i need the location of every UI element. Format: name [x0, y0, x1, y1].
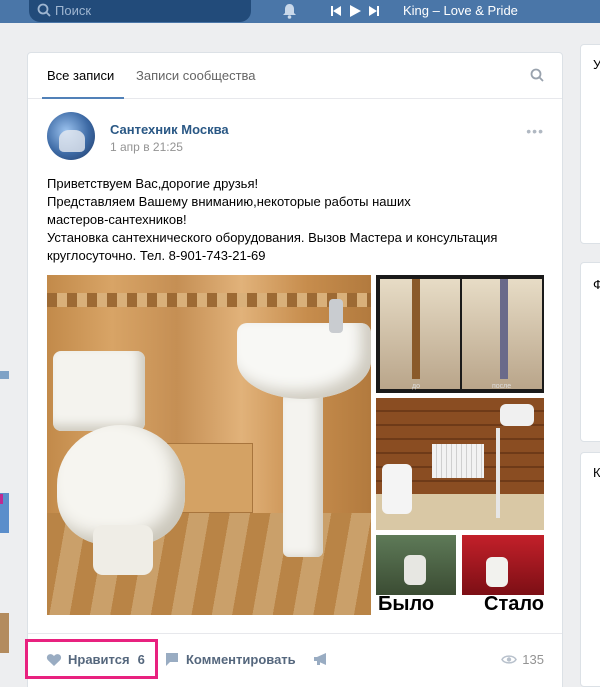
post-author-name[interactable]: Сантехник Москва	[110, 122, 229, 137]
play-icon[interactable]	[348, 4, 362, 18]
right-card-title: К	[593, 465, 600, 480]
comment-button[interactable]: Комментировать	[164, 652, 296, 667]
megaphone-icon	[314, 653, 326, 665]
post-photo-before-after-pipes[interactable]: до после	[376, 275, 544, 393]
heart-icon	[46, 653, 62, 666]
audio-player-controls	[330, 2, 386, 20]
post-photo-before-after-bath[interactable]: Было Стало	[376, 535, 544, 615]
right-sidebar-card: У	[580, 44, 600, 244]
sidebar-thumbnail[interactable]	[0, 613, 9, 653]
before-label: до	[412, 383, 420, 390]
post-date[interactable]: 1 апр в 21:25	[110, 140, 183, 154]
tab-all-posts[interactable]: Все записи	[47, 68, 114, 83]
wall-tabs: Все записи Записи сообщества	[28, 53, 562, 99]
tab-community-posts[interactable]: Записи сообщества	[136, 68, 256, 83]
like-button[interactable]: Нравится 6	[46, 652, 145, 667]
sidebar-thumbnail[interactable]	[0, 371, 9, 379]
share-button[interactable]	[313, 652, 335, 666]
like-label: Нравится	[68, 652, 130, 667]
comment-icon	[166, 653, 178, 666]
before-caption: Было	[378, 593, 435, 615]
more-options-icon[interactable]: •••	[526, 123, 544, 139]
post-text: Приветствуем Вас,дорогие друзья! Предста…	[47, 175, 547, 265]
wall-search-icon[interactable]	[530, 68, 544, 87]
search-input[interactable]: Поиск	[55, 3, 91, 18]
views-count: 135	[522, 652, 544, 667]
author-avatar[interactable]	[47, 112, 95, 160]
right-card-title: Ф	[593, 277, 600, 292]
right-card-title: У	[593, 57, 600, 72]
right-sidebar-card: Ф	[580, 262, 600, 442]
like-count: 6	[137, 652, 145, 667]
notifications-bell-icon[interactable]	[282, 3, 297, 24]
post-text-line: мастеров-сантехников!	[47, 212, 187, 227]
post-photo-bathroom[interactable]	[47, 275, 371, 615]
after-caption: Стало	[484, 593, 544, 615]
post-actions-bar: Нравится 6 Комментировать 135	[25, 633, 562, 683]
now-playing-track[interactable]: King – Love & Pride	[403, 3, 518, 18]
search-box[interactable]: Поиск	[29, 0, 251, 22]
comment-label: Комментировать	[186, 652, 296, 667]
left-sidebar-edge	[0, 23, 9, 687]
post-text-line: Представляем Вашему вниманию,некоторые р…	[47, 194, 411, 209]
previous-track-icon[interactable]	[330, 5, 342, 17]
active-tab-indicator	[42, 97, 124, 99]
top-bar: Поиск King – Love & Pride	[0, 0, 600, 23]
search-icon	[37, 3, 51, 22]
post-text-line: Приветствуем Вас,дорогие друзья!	[47, 176, 259, 191]
eye-icon	[501, 655, 518, 664]
post-text-line: круглосуточно. Тел. 8-901-743-21-69	[47, 248, 266, 263]
sidebar-thumbnail-accent	[0, 494, 3, 504]
post-text-line: Установка сантехнического оборудования. …	[47, 230, 498, 245]
right-sidebar-card: К	[580, 452, 600, 687]
views-counter: 135	[501, 652, 544, 667]
post-photo-heating[interactable]	[376, 398, 544, 530]
wall-post-card: Все записи Записи сообщества Сантехник М…	[25, 52, 563, 687]
next-track-icon[interactable]	[368, 5, 380, 17]
after-label: после	[492, 383, 512, 390]
